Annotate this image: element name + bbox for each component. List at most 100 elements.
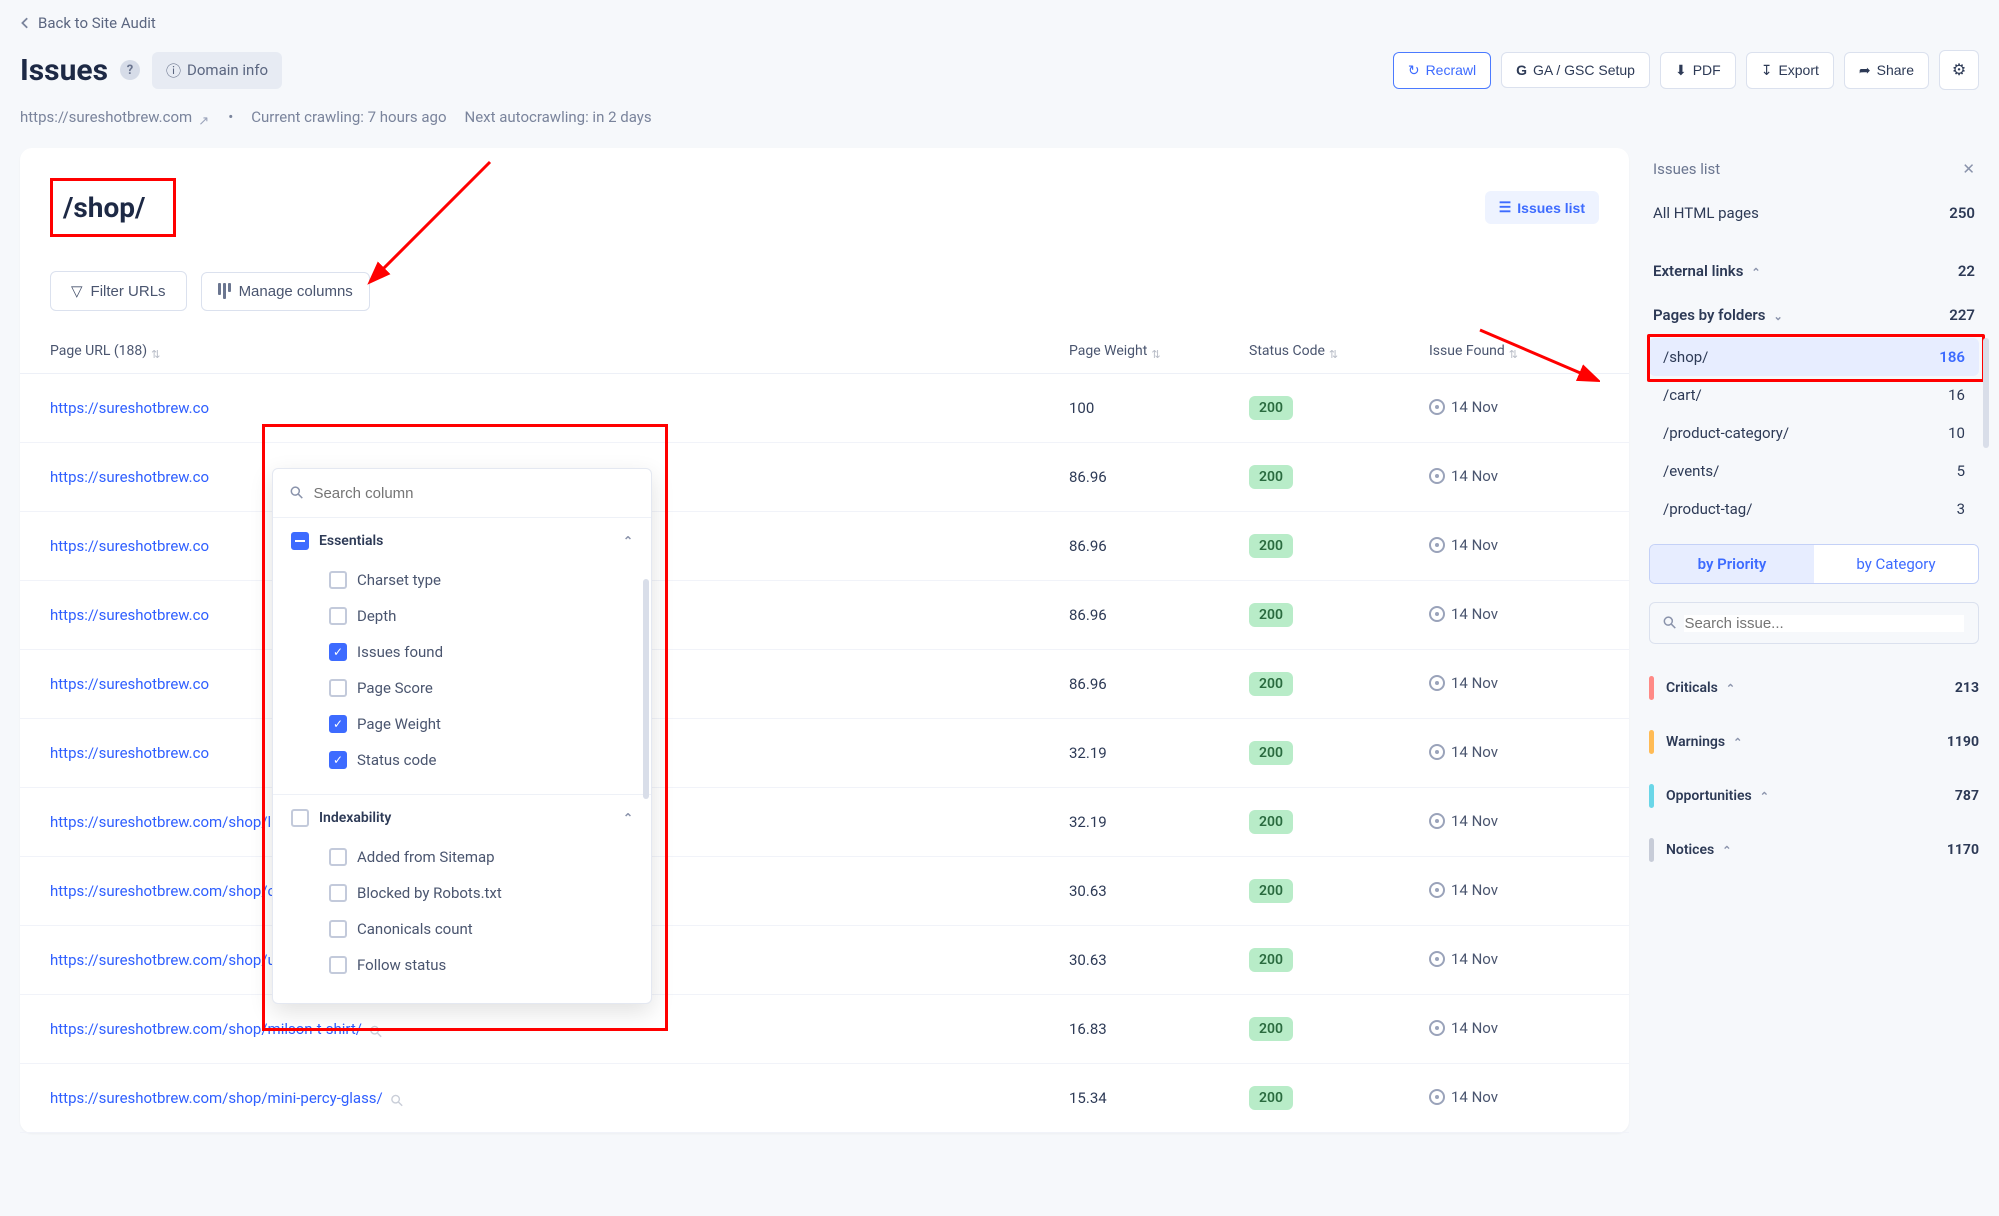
side-issues-list-header: Issues list bbox=[1649, 148, 1979, 190]
column-option[interactable]: Blocked by Robots.txt bbox=[329, 875, 633, 911]
inspect-icon[interactable] bbox=[370, 1022, 385, 1037]
chevron-left-icon bbox=[20, 17, 32, 29]
column-search[interactable] bbox=[273, 469, 651, 518]
separator-dot: • bbox=[228, 108, 233, 126]
page-url-link[interactable]: https://sureshotbrew.co bbox=[50, 468, 209, 486]
column-option[interactable]: Added from Sitemap bbox=[329, 839, 633, 875]
checkbox[interactable] bbox=[329, 715, 347, 733]
issue-category-row[interactable]: Warnings 1190 bbox=[1649, 718, 1979, 766]
by-priority-tab[interactable]: by Priority bbox=[1650, 545, 1814, 583]
cell-weight: 86.96 bbox=[1069, 653, 1249, 715]
issue-category-row[interactable]: Criticals 213 bbox=[1649, 664, 1979, 712]
page-url-link[interactable]: https://sureshotbrew.com/shop/mini-percy… bbox=[50, 1089, 383, 1107]
column-option[interactable]: Canonicals count bbox=[329, 911, 633, 947]
folder-name: /cart/ bbox=[1663, 386, 1702, 404]
column-header-weight[interactable]: Page Weight bbox=[1069, 329, 1249, 373]
export-label: Export bbox=[1778, 62, 1818, 78]
column-group-header[interactable]: Indexability bbox=[291, 809, 633, 827]
page-url-link[interactable]: https://sureshotbrew.co bbox=[50, 744, 209, 762]
site-url-link[interactable]: https://sureshotbrew.com bbox=[20, 108, 210, 126]
export-button[interactable]: Export bbox=[1746, 52, 1834, 89]
cell-status-code: 200 bbox=[1249, 926, 1429, 994]
page-url-link[interactable]: https://sureshotbrew.com/shop/milson-t-s… bbox=[50, 1020, 362, 1038]
close-icon[interactable] bbox=[1962, 160, 1975, 178]
folder-scrollbar[interactable] bbox=[1983, 338, 1989, 528]
search-issue-input[interactable] bbox=[1684, 615, 1964, 632]
ga-gsc-setup-button[interactable]: GA / GSC Setup bbox=[1501, 52, 1650, 88]
column-option[interactable]: Charset type bbox=[329, 562, 633, 598]
cell-issue-found: 14 Nov bbox=[1429, 583, 1599, 648]
checkbox[interactable] bbox=[329, 956, 347, 974]
recrawl-label: Recrawl bbox=[1426, 62, 1477, 78]
checkbox[interactable] bbox=[291, 809, 309, 827]
issues-list-button[interactable]: Issues list bbox=[1485, 191, 1599, 224]
chevron-up-icon bbox=[623, 810, 633, 826]
pdf-button[interactable]: ⬇ PDF bbox=[1660, 52, 1736, 89]
column-option[interactable]: Follow status bbox=[329, 947, 633, 983]
checkbox[interactable] bbox=[329, 848, 347, 866]
search-issue-field[interactable] bbox=[1649, 602, 1979, 644]
side-pages-by-folders[interactable]: Pages by folders 227 bbox=[1649, 294, 1979, 336]
checkbox[interactable] bbox=[329, 607, 347, 625]
recrawl-button[interactable]: Recrawl bbox=[1393, 52, 1491, 89]
help-icon[interactable]: ? bbox=[120, 60, 140, 80]
filter-urls-button[interactable]: ▽ Filter URLs bbox=[50, 271, 187, 311]
cell-issue-found: 14 Nov bbox=[1429, 445, 1599, 510]
column-search-input[interactable] bbox=[313, 485, 633, 502]
page-url-link[interactable]: https://sureshotbrew.co bbox=[50, 606, 209, 624]
status-code-pill: 200 bbox=[1249, 465, 1293, 489]
folder-item[interactable]: /events/5 bbox=[1649, 452, 1979, 490]
column-header-code[interactable]: Status Code bbox=[1249, 329, 1429, 373]
table-row: https://sureshotbrew.co 86.96 200 14 Nov bbox=[20, 443, 1629, 512]
checkbox[interactable] bbox=[329, 751, 347, 769]
side-external-links[interactable]: External links 22 bbox=[1649, 250, 1979, 292]
settings-button[interactable] bbox=[1939, 50, 1979, 90]
manage-columns-button[interactable]: Manage columns bbox=[201, 272, 370, 311]
checkbox[interactable] bbox=[329, 571, 347, 589]
column-option[interactable]: Depth bbox=[329, 598, 633, 634]
chevron-up-icon bbox=[1722, 842, 1731, 858]
folder-item[interactable]: /product-tag/3 bbox=[1649, 490, 1979, 528]
page-url-link[interactable]: https://sureshotbrew.co bbox=[50, 399, 209, 417]
checkbox[interactable] bbox=[329, 679, 347, 697]
target-icon bbox=[1429, 468, 1445, 484]
issue-category-row[interactable]: Opportunities 787 bbox=[1649, 772, 1979, 820]
download-icon: ⬇ bbox=[1675, 62, 1687, 79]
column-option[interactable]: Status code bbox=[329, 742, 633, 778]
page-url-link[interactable]: https://sureshotbrew.co bbox=[50, 675, 209, 693]
share-button[interactable]: ➦ Share bbox=[1844, 52, 1929, 89]
page-url-link[interactable]: https://sureshotbrew.co bbox=[50, 537, 209, 555]
table-row: https://sureshotbrew.com/shop/mini-percy… bbox=[20, 1064, 1629, 1133]
table-row: https://sureshotbrew.co 86.96 200 14 Nov bbox=[20, 512, 1629, 581]
target-icon bbox=[1429, 744, 1445, 760]
checkbox[interactable] bbox=[329, 920, 347, 938]
status-code-pill: 200 bbox=[1249, 1017, 1293, 1041]
column-option[interactable]: Issues found bbox=[329, 634, 633, 670]
column-header-issue[interactable]: Issue Found bbox=[1429, 329, 1599, 373]
autocrawl-status: Next autocrawling: in 2 days bbox=[465, 108, 652, 126]
checkbox[interactable] bbox=[329, 643, 347, 661]
column-header-url[interactable]: Page URL (188) bbox=[50, 329, 1069, 373]
domain-info-label: Domain info bbox=[187, 61, 268, 79]
table-row: https://sureshotbrew.com/shop/land-of-ar… bbox=[20, 788, 1629, 857]
column-option[interactable]: Page Weight bbox=[329, 706, 633, 742]
share-label: Share bbox=[1877, 62, 1914, 78]
dropdown-scrollbar[interactable] bbox=[643, 579, 649, 799]
issue-category-row[interactable]: Notices 1170 bbox=[1649, 826, 1979, 874]
back-to-site-audit-link[interactable]: Back to Site Audit bbox=[20, 14, 156, 32]
column-option[interactable]: Page Score bbox=[329, 670, 633, 706]
table-header-row: Page URL (188) Page Weight Status Code I… bbox=[20, 329, 1629, 374]
sort-icon bbox=[1329, 346, 1337, 356]
cell-weight: 15.34 bbox=[1069, 1067, 1249, 1129]
side-all-html-pages[interactable]: All HTML pages 250 bbox=[1649, 192, 1979, 234]
domain-info-button[interactable]: Domain info bbox=[152, 52, 282, 89]
by-category-tab[interactable]: by Category bbox=[1814, 545, 1978, 583]
inspect-icon[interactable] bbox=[391, 1091, 406, 1106]
folder-item[interactable]: /product-category/10 bbox=[1649, 414, 1979, 452]
cell-issue-found: 14 Nov bbox=[1429, 721, 1599, 786]
checkbox[interactable] bbox=[329, 884, 347, 902]
checkbox-indeterminate[interactable] bbox=[291, 532, 309, 550]
target-icon bbox=[1429, 882, 1445, 898]
column-group-header[interactable]: Essentials bbox=[291, 532, 633, 550]
pdf-label: PDF bbox=[1693, 62, 1721, 78]
